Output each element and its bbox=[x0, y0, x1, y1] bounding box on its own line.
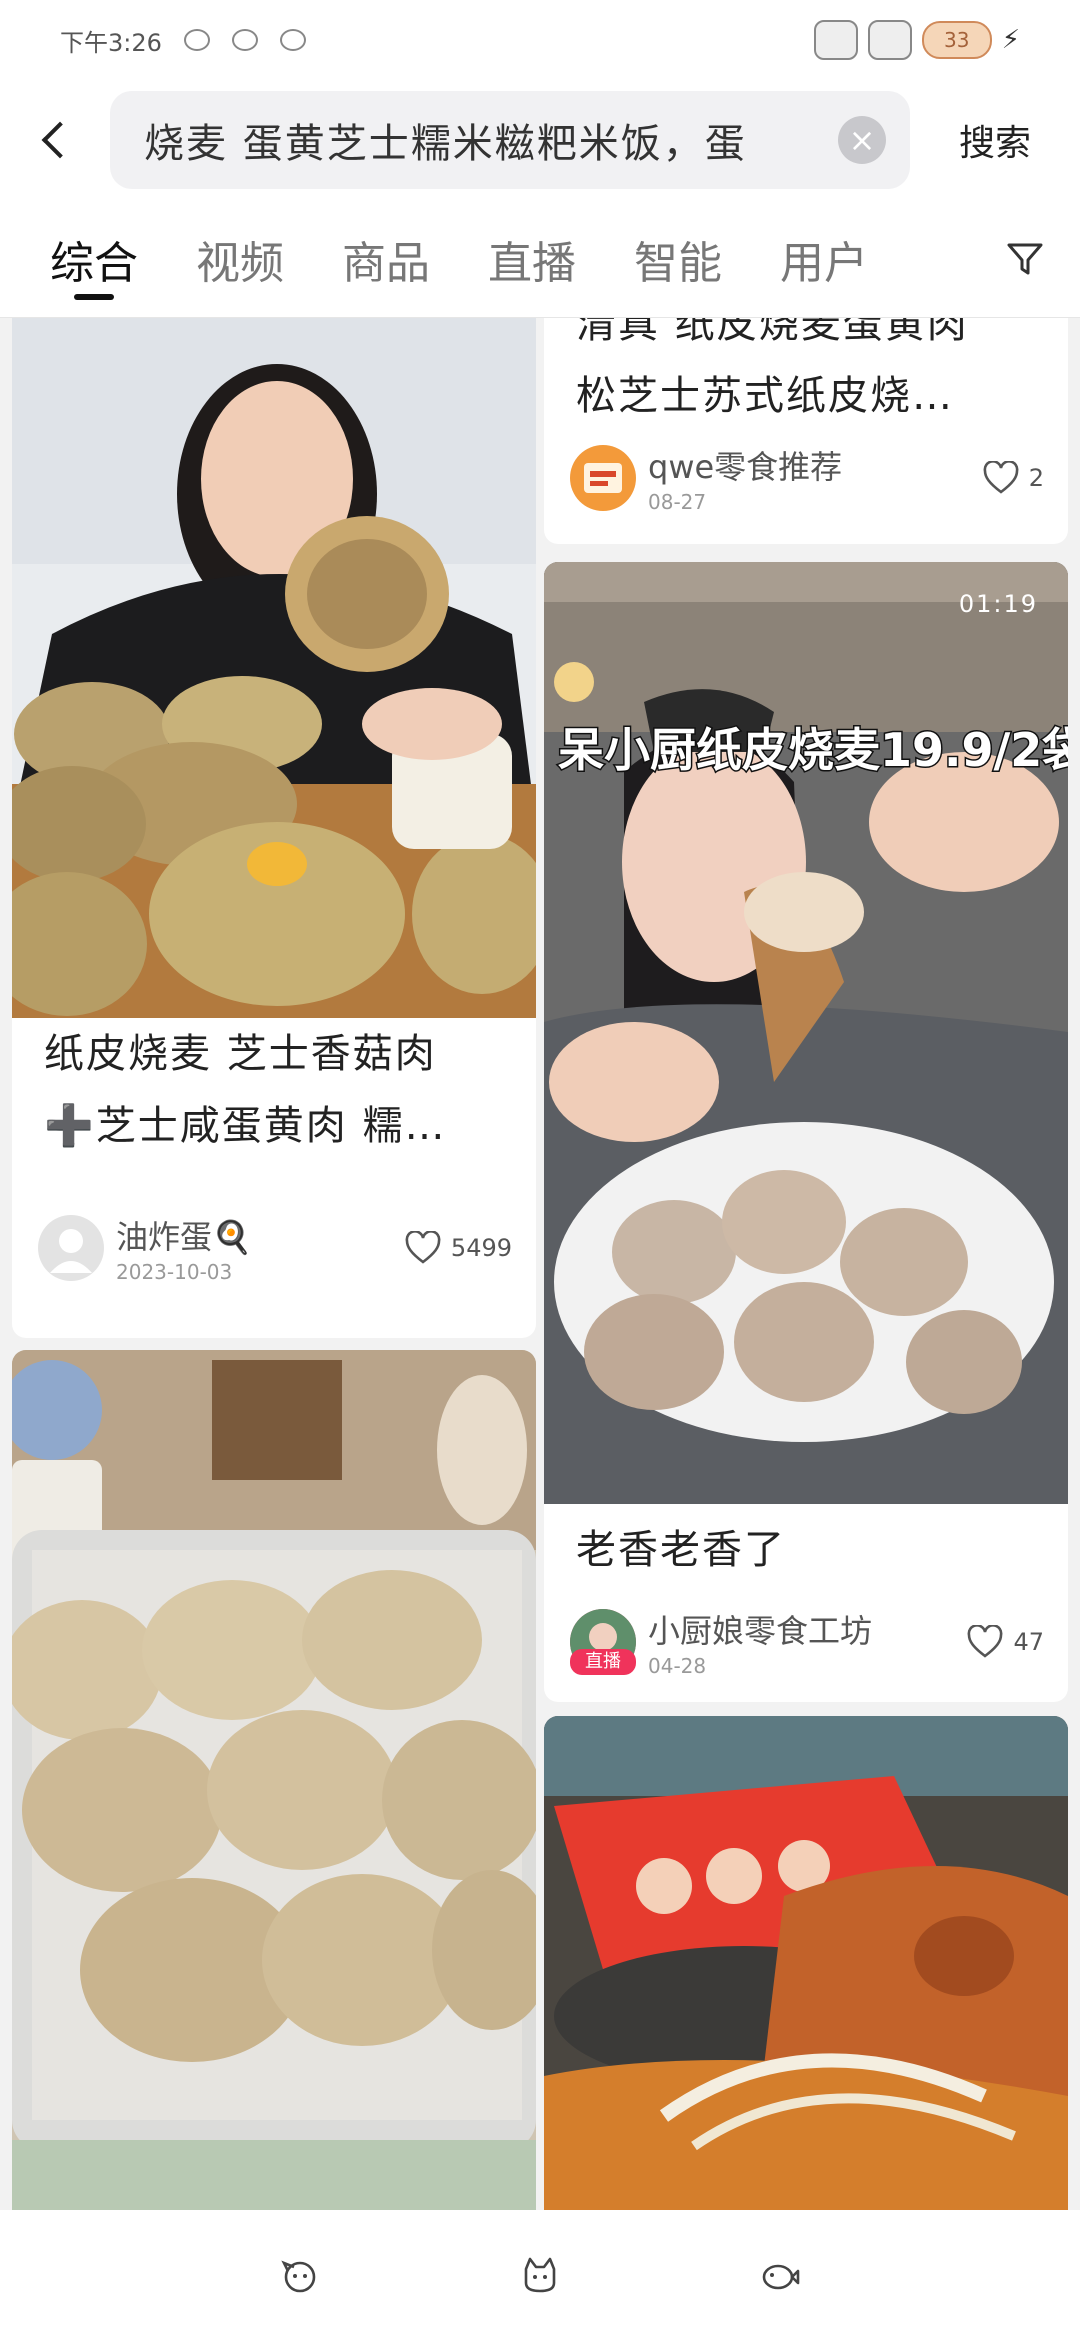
signal-cat-icon bbox=[813, 20, 858, 60]
post-date: 08-27 bbox=[648, 490, 707, 514]
search-header: 烧麦 蛋黄芝士糯米糍粑米饭，蛋 × 搜索 bbox=[0, 80, 1080, 200]
charging-icon: ⚡ bbox=[1001, 25, 1020, 55]
author-name[interactable]: qwe零食推荐 bbox=[648, 442, 983, 488]
caption-line-1: 纸皮烧麦 芝士香菇肉 bbox=[44, 1031, 437, 1077]
avatar[interactable] bbox=[38, 1215, 104, 1281]
like-count: 47 bbox=[1013, 1628, 1044, 1656]
heart-icon bbox=[405, 1231, 441, 1264]
card-caption[interactable]: 老香老香了 bbox=[576, 1514, 1040, 1586]
tab-live[interactable]: 直播 bbox=[488, 200, 576, 318]
notification-cat-icon bbox=[183, 29, 210, 51]
nav-home-icon[interactable] bbox=[520, 2255, 560, 2295]
author-row: 直播 小厨娘零食工坊 04-28 47 bbox=[570, 1602, 1044, 1682]
wifi-cat-icon bbox=[867, 20, 912, 60]
back-arrow-icon bbox=[41, 121, 79, 159]
avatar[interactable]: 直播 bbox=[570, 1609, 636, 1675]
search-query[interactable]: 烧麦 蛋黄芝士糯米糍粑米饭，蛋 bbox=[144, 111, 838, 169]
author-row: qwe零食推荐 08-27 2 bbox=[570, 438, 1044, 518]
battery-level: 33 bbox=[944, 28, 970, 52]
card-caption[interactable]: 纸皮烧麦 芝士香菇肉 ➕芝士咸蛋黄肉 糯… bbox=[44, 1018, 508, 1162]
notification-bird-icon bbox=[231, 29, 258, 51]
author-name[interactable]: 油炸蛋🍳 bbox=[116, 1212, 405, 1258]
like-button[interactable]: 2 bbox=[983, 461, 1044, 495]
result-card[interactable] bbox=[12, 1350, 536, 2210]
post-date: 04-28 bbox=[648, 1654, 707, 1678]
result-card[interactable]: 01:19 呆小厨纸皮烧麦19.9/2袋 老香老香了 直播 小厨娘零食工坊 04… bbox=[544, 562, 1068, 1702]
video-thumbnail[interactable] bbox=[544, 1716, 1068, 2210]
live-badge: 直播 bbox=[570, 1649, 636, 1675]
back-button[interactable] bbox=[0, 90, 110, 190]
author-info: 小厨娘零食工坊 04-28 bbox=[648, 1606, 967, 1678]
status-time: 下午3:26 bbox=[60, 28, 162, 57]
tab-bar: 综合 视频 商品 直播 智能 用户 bbox=[0, 200, 1080, 318]
video-thumbnail[interactable] bbox=[12, 318, 536, 1018]
like-count: 5499 bbox=[450, 1234, 512, 1262]
status-bar: 下午3:26 33 ⚡ bbox=[0, 0, 1080, 80]
nav-back-icon[interactable] bbox=[280, 2255, 320, 2295]
like-button[interactable]: 5499 bbox=[405, 1231, 512, 1265]
tab-comprehensive[interactable]: 综合 bbox=[50, 200, 138, 318]
avatar[interactable] bbox=[570, 445, 636, 511]
status-right-icons: 33 ⚡ bbox=[813, 20, 1020, 60]
like-button[interactable]: 47 bbox=[967, 1625, 1044, 1659]
results-feed[interactable]: 纸皮烧麦 芝士香菇肉 ➕芝士咸蛋黄肉 糯… 油炸蛋🍳 2023-10-03 54… bbox=[0, 318, 1080, 2210]
heart-icon bbox=[983, 461, 1019, 494]
post-date: 2023-10-03 bbox=[116, 1260, 233, 1284]
like-count: 2 bbox=[1028, 464, 1044, 492]
result-card[interactable]: 清真 纸皮烧麦蛋黄肉 松芝士苏式纸皮烧… qwe零食推荐 08-27 2 bbox=[544, 318, 1068, 544]
author-row: 油炸蛋🍳 2023-10-03 5499 bbox=[38, 1208, 512, 1288]
video-thumbnail[interactable] bbox=[12, 1350, 536, 2210]
video-overlay-title: 呆小厨纸皮烧麦19.9/2袋 bbox=[557, 722, 1069, 779]
tab-video[interactable]: 视频 bbox=[196, 200, 284, 318]
heart-icon bbox=[968, 1625, 1003, 1658]
author-info: qwe零食推荐 08-27 bbox=[648, 442, 983, 514]
video-thumbnail[interactable] bbox=[544, 562, 1068, 1504]
tab-products[interactable]: 商品 bbox=[342, 200, 430, 318]
search-input[interactable]: 烧麦 蛋黄芝士糯米糍粑米饭，蛋 × bbox=[110, 91, 910, 189]
video-duration: 01:19 bbox=[958, 590, 1038, 618]
card-caption[interactable]: 清真 纸皮烧麦蛋黄肉 松芝士苏式纸皮烧… bbox=[576, 318, 1040, 432]
author-info: 油炸蛋🍳 2023-10-03 bbox=[116, 1212, 405, 1284]
status-notification-icons bbox=[183, 29, 306, 51]
bottom-navigation bbox=[0, 2210, 1080, 2340]
nav-recent-icon[interactable] bbox=[760, 2255, 800, 2295]
clear-icon[interactable]: × bbox=[838, 116, 886, 164]
tab-users[interactable]: 用户 bbox=[780, 200, 868, 318]
caption-line-2: 松芝士苏式纸皮烧… bbox=[576, 373, 954, 419]
caption-line-1: 清真 纸皮烧麦蛋黄肉 bbox=[576, 318, 969, 347]
notification-paw-icon bbox=[279, 29, 306, 51]
result-card[interactable]: 纸皮烧麦 芝士香菇肉 ➕芝士咸蛋黄肉 糯… 油炸蛋🍳 2023-10-03 54… bbox=[12, 318, 536, 1338]
caption-line-2: ➕芝士咸蛋黄肉 糯… bbox=[44, 1103, 447, 1149]
result-card[interactable] bbox=[544, 1716, 1068, 2210]
filter-icon[interactable] bbox=[1000, 234, 1050, 284]
battery-icon: 33 bbox=[921, 21, 992, 59]
search-button[interactable]: 搜索 bbox=[910, 114, 1080, 166]
author-name[interactable]: 小厨娘零食工坊 bbox=[648, 1606, 967, 1652]
tab-smart[interactable]: 智能 bbox=[634, 200, 722, 318]
